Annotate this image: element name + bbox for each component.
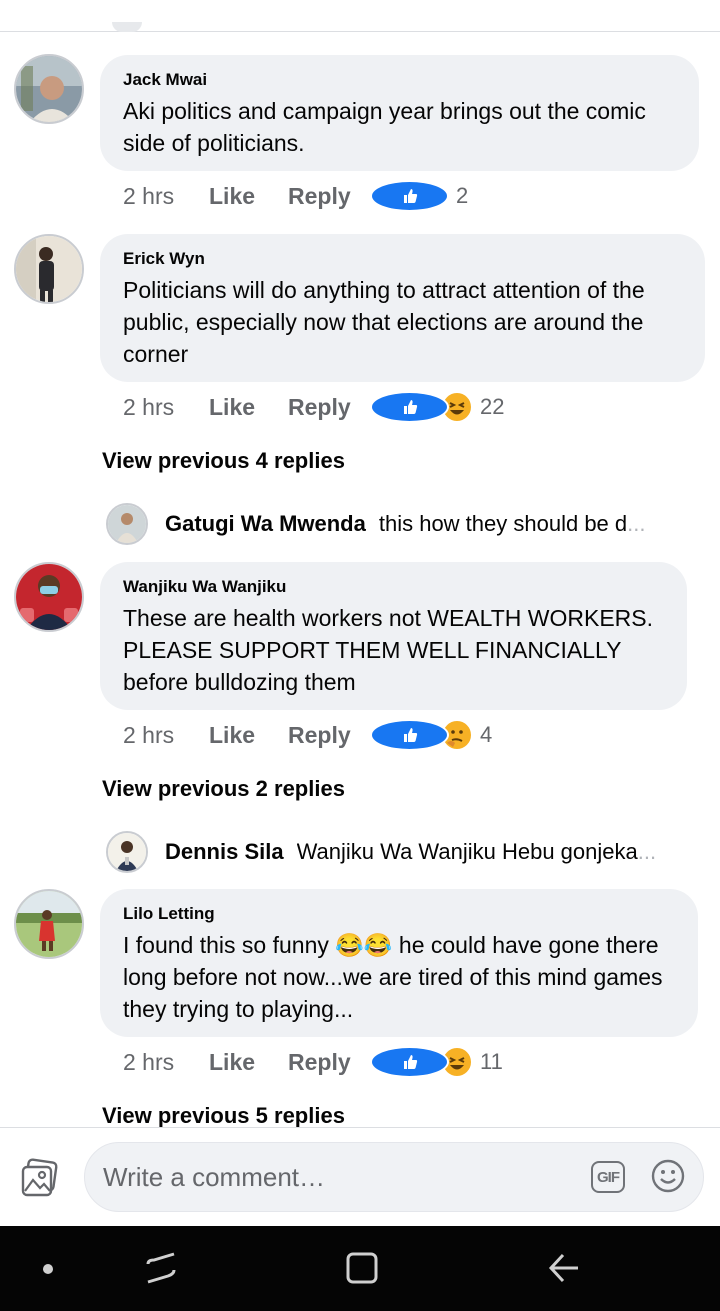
avatar[interactable]: [14, 562, 84, 632]
comment-text: I found this so funny 😂😂 he could have g…: [123, 929, 676, 1025]
like-reaction-icon: [370, 1046, 449, 1078]
avatar[interactable]: [14, 889, 84, 959]
view-previous-replies[interactable]: View previous 4 replies: [102, 448, 345, 474]
truncation-ellipsis: ...: [627, 511, 646, 536]
reply-button[interactable]: Reply: [288, 183, 370, 210]
comment-composer: GIF: [0, 1127, 720, 1226]
comment-bubble[interactable]: Wanjiku Wa Wanjiku These are health work…: [100, 562, 687, 710]
comment-text: These are health workers not WEALTH WORK…: [123, 605, 654, 695]
commenter-name[interactable]: Wanjiku Wa Wanjiku: [123, 576, 665, 598]
reply-author[interactable]: Dennis Sila: [165, 839, 284, 865]
comment-time[interactable]: 2 hrs: [123, 1049, 209, 1076]
reply-avatar[interactable]: [106, 831, 148, 873]
reply-button[interactable]: Reply: [288, 1049, 370, 1076]
like-reaction-icon: [370, 719, 449, 751]
commenter-name[interactable]: Jack Mwai: [123, 69, 677, 91]
like-reaction-icon: [370, 391, 449, 423]
reactions-summary[interactable]: 11: [370, 1046, 503, 1078]
reply-avatar[interactable]: [106, 503, 148, 545]
reaction-count: 2: [456, 183, 469, 208]
reactions-summary[interactable]: 4: [370, 719, 492, 751]
avatar[interactable]: [14, 234, 84, 304]
previous-avatar-edge: [112, 22, 142, 32]
comment-time[interactable]: 2 hrs: [123, 183, 209, 210]
reaction-count: 11: [480, 1049, 503, 1074]
latest-reply[interactable]: Dennis Sila Wanjiku Wa Wanjiku Hebu gonj…: [106, 830, 696, 874]
comment-bubble[interactable]: Erick Wyn Politicians will do anything t…: [100, 234, 705, 382]
nav-dot-icon[interactable]: [43, 1264, 53, 1274]
like-button[interactable]: Like: [209, 183, 288, 210]
comment-actions: 2 hrs Like Reply 22: [123, 390, 504, 424]
laughing-emoji: 😂😂: [335, 932, 393, 958]
comment-input-wrapper[interactable]: GIF: [84, 1142, 704, 1212]
reply-button[interactable]: Reply: [288, 722, 370, 749]
back-icon[interactable]: [547, 1251, 581, 1285]
like-button[interactable]: Like: [209, 394, 288, 421]
recent-apps-icon[interactable]: [144, 1250, 178, 1286]
comment-actions: 2 hrs Like Reply 11: [123, 1045, 503, 1079]
photo-icon[interactable]: [20, 1158, 60, 1198]
commenter-name[interactable]: Lilo Letting: [123, 903, 676, 925]
comment-time[interactable]: 2 hrs: [123, 394, 209, 421]
comment-input[interactable]: [103, 1143, 573, 1211]
smiley-icon[interactable]: [651, 1159, 685, 1193]
comment-actions: 2 hrs Like Reply 4: [123, 718, 492, 752]
reactions-summary[interactable]: 22: [370, 391, 504, 423]
comment-time[interactable]: 2 hrs: [123, 722, 209, 749]
comment-text-start: I found this so funny: [123, 932, 336, 958]
reply-text-content: this how they should be d: [378, 511, 628, 536]
commenter-name[interactable]: Erick Wyn: [123, 248, 683, 270]
comment-text: Politicians will do anything to attract …: [123, 277, 645, 367]
like-reaction-icon: [370, 180, 449, 212]
previous-comment-edge: [0, 0, 720, 32]
reply-text: this how they should be d...: [379, 511, 696, 537]
home-icon[interactable]: [345, 1251, 379, 1285]
comment-actions: 2 hrs Like Reply 2: [123, 179, 468, 213]
comment-text: Aki politics and campaign year brings ou…: [123, 98, 646, 156]
latest-reply[interactable]: Gatugi Wa Mwenda this how they should be…: [106, 502, 696, 546]
gif-button[interactable]: GIF: [591, 1161, 625, 1193]
comment-bubble[interactable]: Jack Mwai Aki politics and campaign year…: [100, 55, 699, 171]
view-previous-replies[interactable]: View previous 5 replies: [102, 1103, 345, 1127]
reaction-count: 22: [480, 394, 505, 419]
system-navigation-bar: [0, 1226, 720, 1311]
like-button[interactable]: Like: [209, 722, 288, 749]
reply-text: Wanjiku Wa Wanjiku Hebu gonjeka...: [297, 839, 696, 865]
like-button[interactable]: Like: [209, 1049, 288, 1076]
truncation-ellipsis: ...: [637, 839, 657, 864]
reply-button[interactable]: Reply: [288, 394, 370, 421]
comments-list[interactable]: Jack Mwai Aki politics and campaign year…: [0, 33, 720, 1127]
reactions-summary[interactable]: 2: [370, 180, 468, 212]
reply-text-content: Wanjiku Wa Wanjiku Hebu gonjeka: [296, 839, 638, 864]
comment-bubble[interactable]: Lilo Letting I found this so funny 😂😂 he…: [100, 889, 698, 1037]
reply-author[interactable]: Gatugi Wa Mwenda: [165, 511, 366, 537]
reaction-count: 4: [480, 722, 493, 747]
avatar[interactable]: [14, 54, 84, 124]
view-previous-replies[interactable]: View previous 2 replies: [102, 776, 345, 802]
